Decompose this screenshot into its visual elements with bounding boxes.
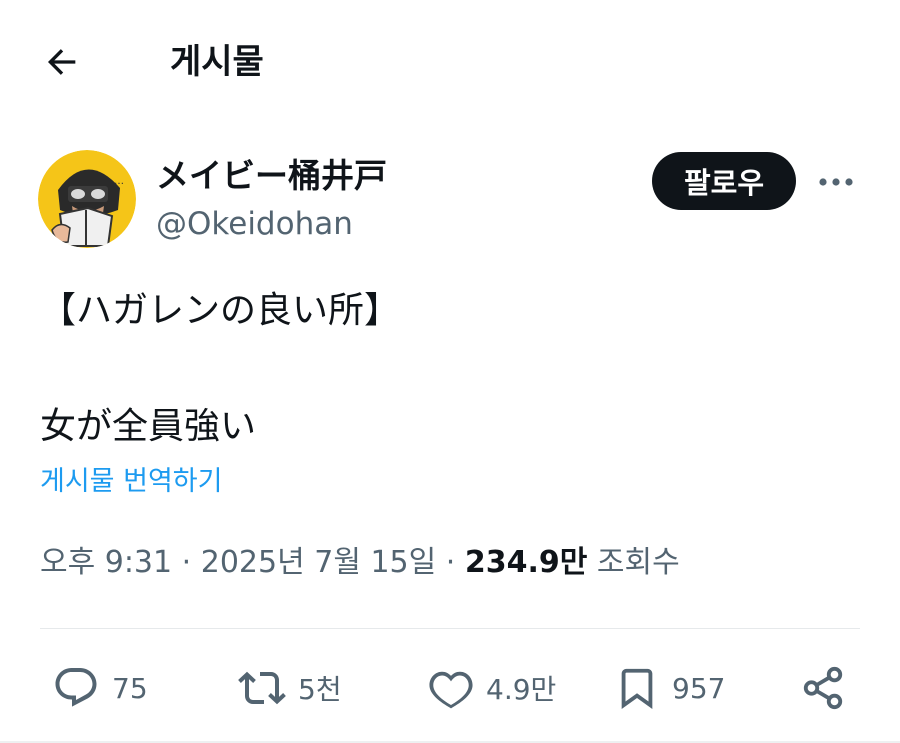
bookmark-button[interactable]: 957	[614, 650, 725, 726]
more-options-button[interactable]	[814, 162, 858, 202]
like-button[interactable]: 4.9만	[428, 650, 556, 726]
avatar[interactable]: …	[38, 150, 136, 248]
share-button[interactable]	[800, 650, 846, 726]
arrow-left-icon	[48, 49, 76, 75]
avatar-image: …	[38, 150, 136, 248]
retweet-button[interactable]: 5천	[238, 650, 342, 726]
post-date[interactable]: 2025년 7월 15일	[201, 545, 436, 580]
views-count[interactable]: 234.9만	[465, 545, 588, 580]
translate-post-link[interactable]: 게시물 번역하기	[40, 462, 222, 502]
ellipsis-icon	[819, 178, 853, 186]
divider	[40, 628, 860, 629]
heart-icon	[429, 671, 473, 709]
post-time[interactable]: 오후 9:31	[40, 545, 172, 580]
share-icon	[803, 666, 843, 710]
tweet-metadata: 오후 9:31 · 2025년 7월 15일 · 234.9만 조회수	[40, 540, 680, 586]
like-count: 4.9만	[486, 673, 557, 706]
follow-button[interactable]: 팔로우	[652, 152, 796, 210]
reply-icon	[55, 668, 97, 707]
bookmark-icon	[621, 668, 653, 709]
action-bar: 75 5천 4.9만 957	[0, 650, 900, 726]
top-bar: 게시물	[0, 0, 900, 124]
user-handle[interactable]: @Okeidohan	[156, 202, 353, 246]
views-label: 조회수	[596, 545, 680, 580]
reply-count: 75	[112, 671, 148, 705]
display-name[interactable]: メイビー桶井戸	[156, 154, 387, 198]
meta-separator: ·	[445, 545, 456, 580]
retweet-icon	[238, 671, 286, 705]
retweet-count: 5천	[298, 673, 342, 706]
reply-button[interactable]: 75	[52, 650, 148, 726]
svg-text:…: …	[114, 176, 124, 187]
meta-separator: ·	[181, 545, 192, 580]
tweet-text: 【ハガレンの良い所】 女が全員強い	[40, 290, 401, 447]
back-button[interactable]	[40, 40, 84, 84]
page-title: 게시물	[170, 42, 264, 82]
tweet-author: … メイビー桶井戸 @Okeidohan 팔로우	[38, 150, 862, 250]
bookmark-count: 957	[672, 671, 726, 705]
